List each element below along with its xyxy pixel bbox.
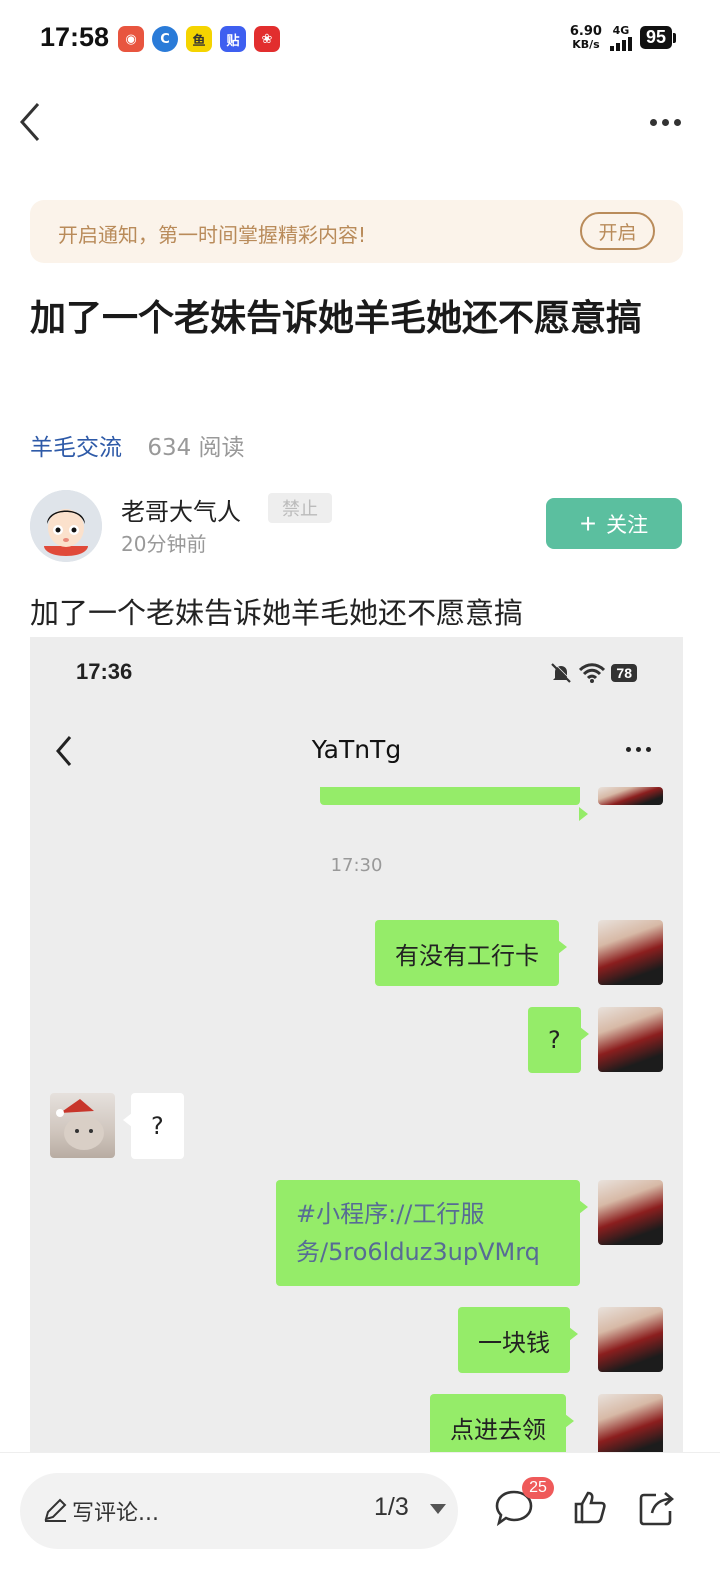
follow-button[interactable]: + 关注 (546, 498, 682, 549)
category-link[interactable]: 羊毛交流 (30, 435, 122, 461)
post-body: 加了一个老妹告诉她羊毛她还不愿意搞 (30, 596, 524, 630)
weibo-icon: ◉ (118, 26, 144, 52)
chat-more-icon (626, 747, 651, 752)
bottom-action-bar: 写评论... 1/3 25 (0, 1452, 720, 1584)
chat-avatar-self (598, 1394, 663, 1457)
tieba-icon: 贴 (220, 26, 246, 52)
status-app-icons: ◉ C 鱼 贴 ❀ (118, 26, 280, 52)
post-meta: 羊毛交流 634 阅读 (30, 428, 245, 462)
battery-icon: 95 (639, 26, 676, 49)
caret-down-icon[interactable] (430, 1504, 446, 1514)
plus-icon: + (579, 507, 597, 539)
chat-avatar-self (598, 1307, 663, 1372)
image-status-icons: 78 (549, 661, 637, 685)
chat-avatar-other (50, 1093, 115, 1158)
pinduoduo-icon: ❀ (254, 26, 280, 52)
post-time: 20分钟前 (121, 532, 207, 556)
wifi-icon (579, 663, 606, 683)
chat-avatar-self (598, 787, 663, 805)
image-status-time: 17:36 (76, 659, 133, 684)
signal-icon: 4G (609, 24, 632, 51)
image-battery: 78 (611, 664, 637, 682)
author-name[interactable]: 老哥大气人 (121, 492, 241, 527)
page-indicator[interactable]: 1/3 (374, 1493, 409, 1522)
pen-icon (44, 1498, 67, 1522)
chat-bubble: 点进去领 (430, 1394, 574, 1457)
chat-bubble-partial (320, 787, 588, 821)
top-nav (0, 90, 720, 160)
comment-placeholder: 写评论... (72, 1501, 159, 1526)
status-badge: 禁止 (268, 493, 332, 523)
enable-notify-button[interactable]: 开启 (580, 212, 655, 250)
chat-avatar-self (598, 1180, 663, 1245)
chat-bubble: ? (123, 1093, 184, 1159)
chat-bubble: 有没有工行卡 (375, 920, 567, 986)
notification-banner: 开启通知，第一时间掌握精彩内容! 开启 (30, 200, 683, 263)
post-title: 加了一个老妹告诉她羊毛她还不愿意搞 (30, 298, 643, 339)
notify-text: 开启通知，第一时间掌握精彩内容! (58, 223, 367, 247)
chat-bubble: 一块钱 (458, 1307, 578, 1373)
post-image[interactable]: 17:36 78 YaTnTg 17:30 有没有工行卡 ? ? #小程序://… (30, 637, 683, 1457)
status-bar: 17:58 ◉ C 鱼 贴 ❀ 6.90 KB/s 4G 95 (0, 0, 720, 80)
back-icon[interactable] (14, 98, 54, 148)
comment-input[interactable]: 写评论... 1/3 (20, 1473, 458, 1549)
chat-bubble-miniprogram: #小程序://工行服 务/5ro6lduz3upVMrq (276, 1180, 588, 1286)
chat-avatar-self (598, 920, 663, 985)
mute-bell-icon (551, 662, 573, 683)
chat-bubble: ? (528, 1007, 589, 1073)
comment-count-badge: 25 (522, 1477, 554, 1499)
hd-icon: C (152, 26, 178, 52)
share-icon[interactable] (638, 1489, 678, 1527)
chat-timestamp: 17:30 (330, 855, 383, 876)
chat-title: YaTnTg (311, 735, 402, 764)
net-speed: 6.90 KB/s (569, 23, 602, 51)
avatar[interactable] (30, 490, 102, 562)
chat-avatar-self (598, 1007, 663, 1072)
like-icon[interactable] (572, 1489, 608, 1525)
more-options-icon[interactable] (650, 112, 690, 132)
xianyu-icon: 鱼 (186, 26, 212, 52)
status-right: 6.90 KB/s 4G 95 (570, 24, 676, 51)
read-count: 634 阅读 (147, 435, 245, 461)
status-time: 17:58 (40, 22, 110, 52)
